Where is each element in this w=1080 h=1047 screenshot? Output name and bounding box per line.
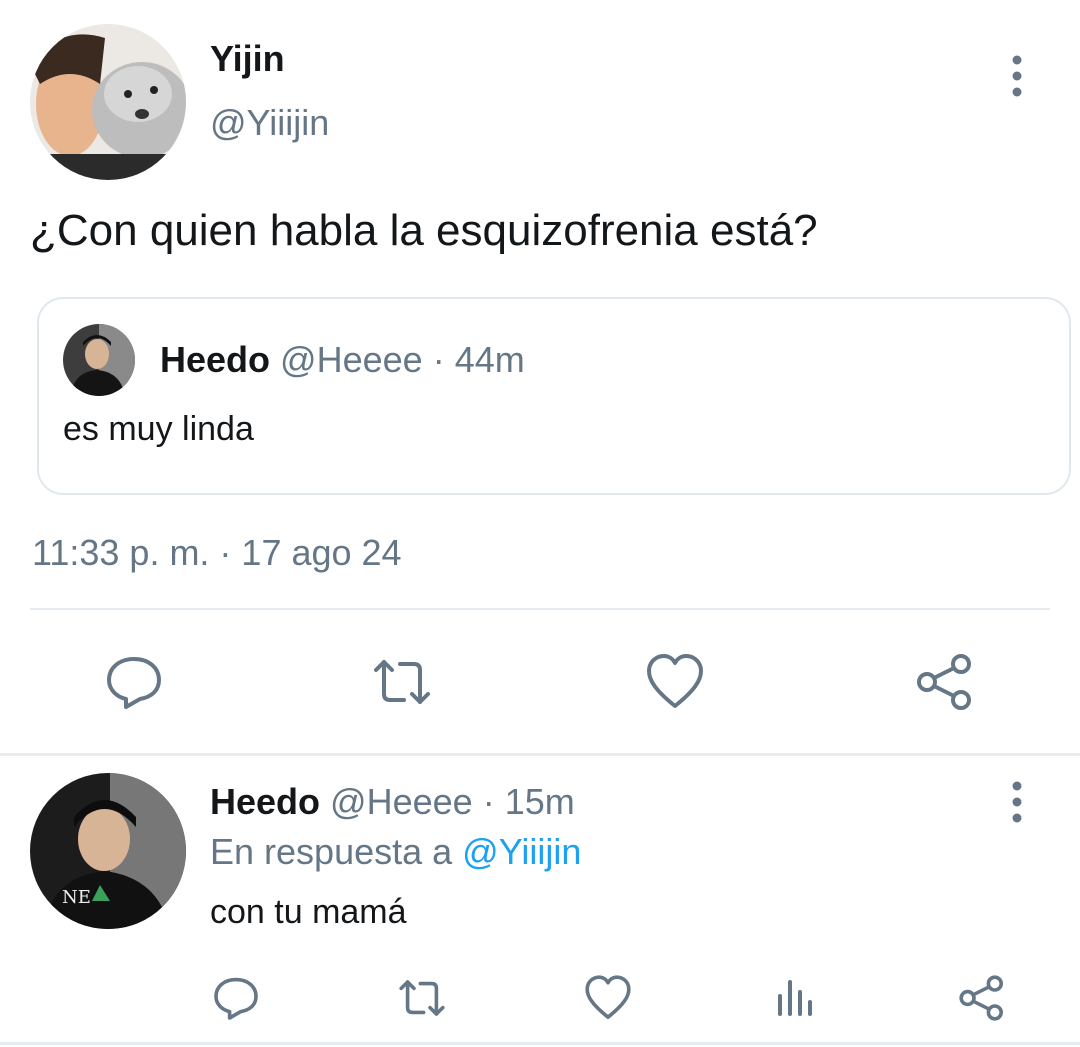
more-options-icon[interactable]: [1000, 778, 1034, 826]
divider: [0, 1042, 1080, 1045]
share-icon[interactable]: [915, 652, 975, 712]
author-handle[interactable]: @Yiiijin: [210, 102, 329, 144]
retweet-icon[interactable]: [372, 652, 432, 712]
quoted-tweet-card[interactable]: [37, 297, 1071, 495]
replying-to-handle-link[interactable]: @Yiiijin: [462, 831, 581, 872]
heart-icon[interactable]: [584, 974, 632, 1022]
tweet-text: ¿Con quien habla la esquizofrenia está?: [30, 206, 818, 255]
quoted-author-handle[interactable]: @Heeee: [280, 339, 423, 380]
reply-header: Heedo @Heeee · 15m: [210, 781, 575, 823]
author-name[interactable]: Yijin: [210, 38, 285, 80]
svg-text:NE: NE: [62, 887, 91, 908]
replying-to-label: En respuesta a: [210, 831, 453, 872]
quoted-header: Heedo @Heeee · 44m: [160, 339, 525, 381]
replying-to: En respuesta a @Yiiijin: [210, 831, 581, 873]
reply-text: con tu mamá: [210, 893, 407, 931]
divider: [0, 753, 1080, 756]
heart-icon[interactable]: [645, 652, 705, 712]
quoted-time: · 44m: [432, 339, 525, 380]
divider: [30, 608, 1050, 610]
reply-author-handle[interactable]: @Heeee: [330, 781, 473, 822]
reply-icon[interactable]: [212, 974, 260, 1022]
quoted-author-name[interactable]: Heedo: [160, 339, 270, 380]
share-icon[interactable]: [958, 974, 1006, 1022]
avatar-yijin[interactable]: [30, 24, 186, 180]
retweet-icon[interactable]: [398, 974, 446, 1022]
reply-time: · 15m: [482, 781, 575, 822]
reply-icon[interactable]: [104, 652, 164, 712]
analytics-icon[interactable]: [772, 974, 820, 1022]
tweet-timestamp: 11:33 p. m. · 17 ago 24: [32, 532, 402, 573]
avatar-heedo[interactable]: NE: [30, 773, 186, 929]
quoted-avatar[interactable]: [63, 324, 135, 396]
reply-author-name[interactable]: Heedo: [210, 781, 320, 822]
quoted-text: es muy linda: [63, 410, 254, 448]
more-options-icon[interactable]: [1000, 52, 1034, 100]
